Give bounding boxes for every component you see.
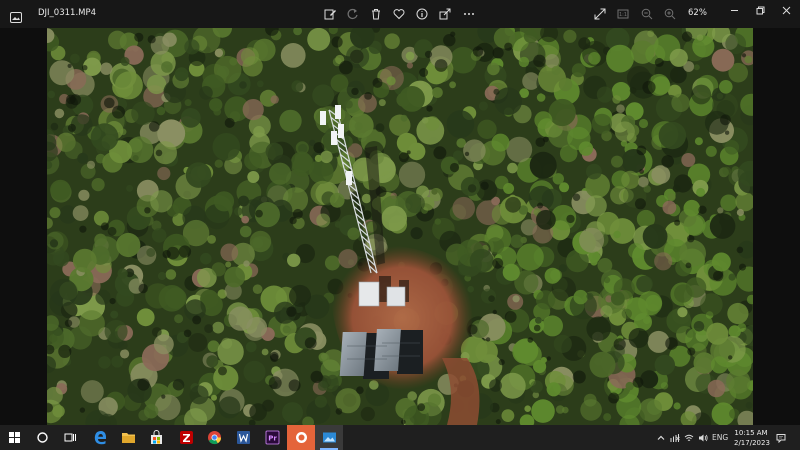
search-icon[interactable]	[28, 425, 56, 450]
clock[interactable]: 10:15 AM 2/17/2023	[734, 428, 770, 448]
zoom-out-icon[interactable]	[638, 5, 656, 23]
clock-time: 10:15 AM	[734, 429, 768, 437]
store-icon[interactable]	[142, 425, 170, 450]
fit-icon[interactable]: 1:1	[614, 5, 632, 23]
taskbar: Pr ENG 10:15 AM 2/17/2023	[0, 425, 800, 450]
aerial-drone-photo[interactable]	[47, 28, 753, 425]
delete-icon[interactable]	[367, 5, 385, 23]
zoom-level: 62%	[688, 8, 707, 18]
zoom-in-icon[interactable]	[661, 5, 679, 23]
info-icon[interactable]	[413, 5, 431, 23]
filezilla-icon[interactable]	[172, 425, 200, 450]
favorite-icon[interactable]	[390, 5, 408, 23]
edge-icon[interactable]	[86, 425, 114, 450]
svg-text:Pr: Pr	[268, 435, 277, 443]
clock-date: 2/17/2023	[734, 439, 770, 447]
volume-icon[interactable]	[696, 425, 710, 450]
notification-icon[interactable]	[774, 425, 788, 450]
close-button[interactable]	[772, 0, 800, 20]
rotate-icon[interactable]	[344, 5, 362, 23]
photos-icon[interactable]	[315, 425, 343, 450]
restore-button[interactable]	[746, 0, 774, 20]
file-explorer-icon[interactable]	[114, 425, 142, 450]
start-icon[interactable]	[0, 425, 28, 450]
photos-app-icon	[10, 8, 22, 23]
image-viewer	[0, 28, 800, 425]
language-indicator[interactable]: ENG	[712, 433, 728, 442]
minimize-button[interactable]	[720, 0, 748, 20]
aerial-photo-canvas	[47, 28, 753, 425]
word-icon[interactable]	[229, 425, 257, 450]
wifi-icon[interactable]	[682, 425, 696, 450]
expand-icon[interactable]	[591, 5, 609, 23]
chrome-icon[interactable]	[200, 425, 228, 450]
title-bar: DJI_0311.MP4 1:1 62%	[0, 0, 800, 28]
photos-app-taskbar-icon[interactable]	[287, 425, 315, 450]
file-name: DJI_0311.MP4	[38, 8, 97, 18]
more-icon[interactable]	[460, 5, 478, 23]
svg-text:1:1: 1:1	[619, 12, 627, 18]
share-icon[interactable]	[436, 5, 454, 23]
chevron-up-icon[interactable]	[654, 425, 668, 450]
premiere-icon[interactable]: Pr	[258, 425, 286, 450]
task-view-icon[interactable]	[56, 425, 84, 450]
network-icon[interactable]	[668, 425, 682, 450]
edit-create-icon[interactable]	[321, 5, 339, 23]
